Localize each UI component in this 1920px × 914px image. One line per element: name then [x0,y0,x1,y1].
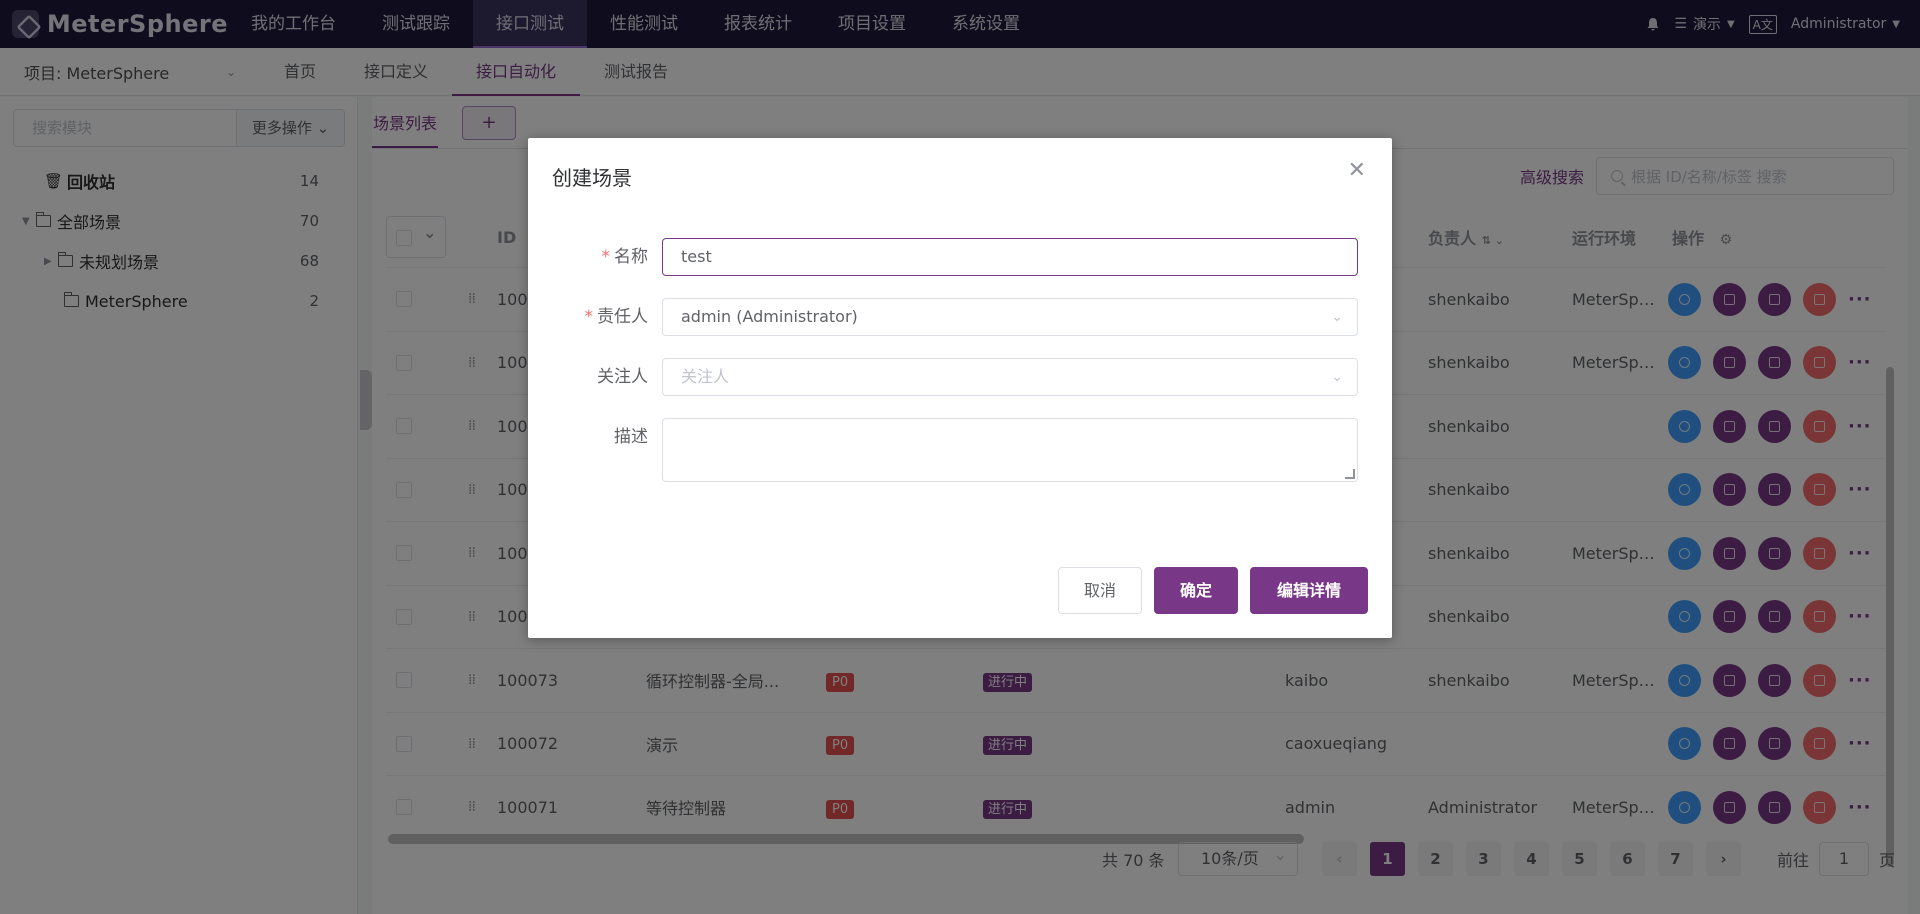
close-icon[interactable]: ✕ [1348,158,1366,183]
create-scenario-dialog: 创建场景 ✕ * 名称 test * 责任人 admin (Administrato… [528,138,1392,638]
form-row-follower: 关注人 关注人 ⌄ [528,358,1392,396]
follower-placeholder: 关注人 [681,367,730,386]
form-row-owner: * 责任人 admin (Administrator) ⌄ [528,298,1392,336]
follower-select[interactable]: 关注人 ⌄ [662,358,1358,396]
owner-select[interactable]: admin (Administrator) ⌄ [662,298,1358,336]
owner-label: * 责任人 [528,298,662,336]
name-label: * 名称 [528,238,662,276]
resize-handle-icon[interactable] [1345,469,1355,479]
name-input[interactable]: test [662,238,1358,276]
name-label-text: 名称 [614,247,648,267]
chevron-down-icon: ⌄ [1331,309,1343,325]
required-mark: * [584,307,594,327]
edit-details-button[interactable]: 编辑详情 [1250,567,1368,614]
chevron-down-icon: ⌄ [1331,369,1343,385]
dialog-title: 创建场景 [552,166,632,190]
cancel-button[interactable]: 取消 [1058,567,1142,614]
confirm-button[interactable]: 确定 [1154,567,1238,614]
dialog-footer: 取消 确定 编辑详情 [1058,567,1368,614]
required-mark: * [601,247,611,267]
owner-label-text: 责任人 [597,307,648,327]
form-row-description: 描述 [528,418,1392,482]
follower-label: 关注人 [597,367,648,387]
description-label: 描述 [614,427,648,447]
description-textarea[interactable] [662,418,1358,482]
form-row-name: * 名称 test [528,238,1392,276]
owner-select-value: admin (Administrator) [681,307,858,326]
